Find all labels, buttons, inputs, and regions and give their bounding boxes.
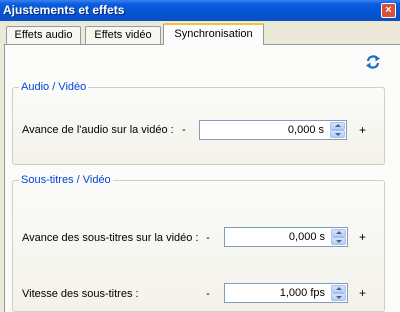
subs-speed-spinbox[interactable]: 1,000 fps [224, 283, 348, 303]
audio-delay-minus: - [182, 124, 186, 136]
close-button[interactable]: × [381, 3, 396, 18]
subs-delay-label: Avance des sous-titres sur la vidéo : [22, 232, 199, 244]
audio-delay-spinbox[interactable]: 0,000 s [199, 120, 347, 140]
subs-speed-arrows[interactable] [331, 285, 346, 301]
sync-arrows-icon[interactable] [365, 54, 381, 70]
audio-delay-arrows[interactable] [330, 122, 345, 138]
subs-delay-up-icon[interactable] [331, 229, 346, 237]
subs-delay-minus: - [206, 232, 210, 244]
subs-delay-down-icon[interactable] [331, 237, 346, 245]
subs-speed-down-icon[interactable] [331, 293, 346, 301]
subs-speed-up-icon[interactable] [331, 285, 346, 293]
tab-synchronisation[interactable]: Synchronisation [163, 23, 264, 45]
subs-delay-value: 0,000 s [288, 231, 325, 243]
subs-speed-value: 1,000 fps [279, 287, 325, 299]
subs-delay-plus: + [359, 230, 367, 244]
audio-delay-up-icon[interactable] [330, 122, 345, 130]
subs-delay-spinbox[interactable]: 0,000 s [224, 227, 348, 247]
audio-delay-down-icon[interactable] [330, 130, 345, 138]
audio-delay-label: Avance de l'audio sur la vidéo : [22, 124, 174, 136]
audio-delay-value: 0,000 s [287, 124, 324, 136]
tab-video-effects[interactable]: Effets vidéo [85, 26, 161, 44]
audio-video-legend: Audio / Vidéo [19, 81, 89, 93]
subs-delay-arrows[interactable] [331, 229, 346, 245]
title-bar: Ajustements et effets × [0, 0, 400, 21]
subs-speed-label: Vitesse des sous-titres : [22, 288, 139, 300]
tab-audio-effects[interactable]: Effets audio [6, 26, 81, 44]
subs-speed-minus: - [206, 288, 210, 300]
audio-delay-plus: + [359, 123, 367, 137]
window-title: Ajustements et effets [3, 3, 125, 17]
subs-video-legend: Sous-titres / Vidéo [19, 174, 113, 186]
subs-speed-plus: + [359, 286, 367, 300]
